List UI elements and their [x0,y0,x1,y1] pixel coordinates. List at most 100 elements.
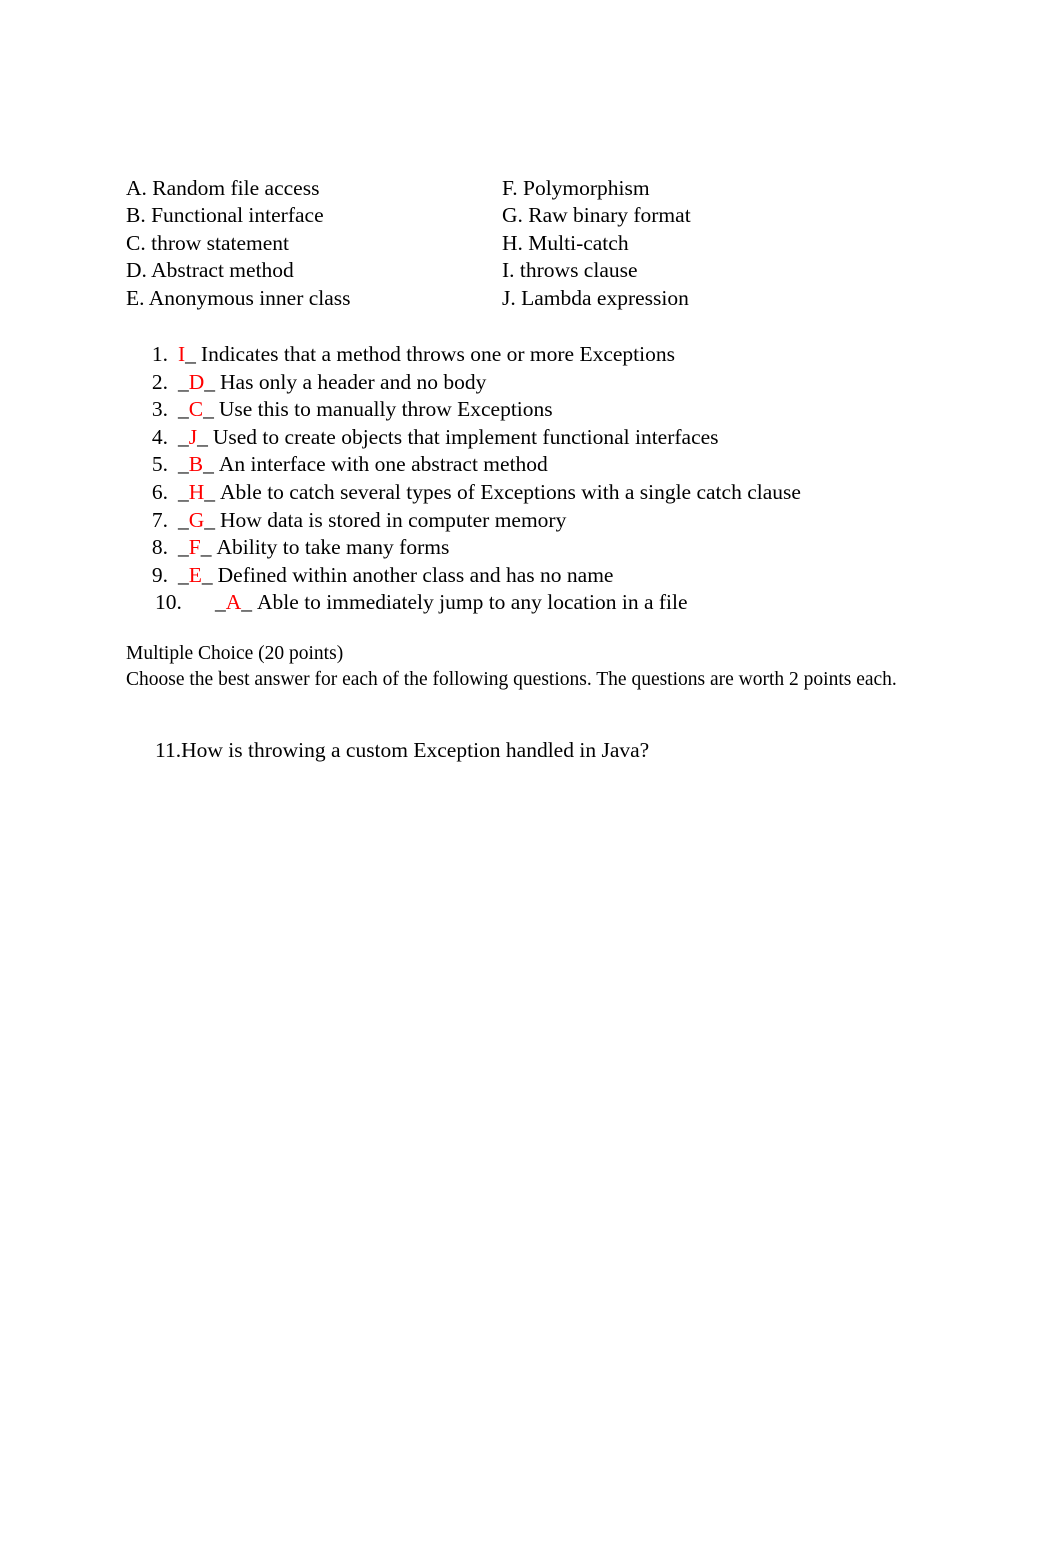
answer-13-label: ANSWER: C [185,1210,310,1238]
word-bank: A. Random file access F. Polymorphism B.… [126,175,886,312]
matching-item-text: Able to immediately jump to any location… [257,590,688,615]
word-bank-item-f: F. Polymorphism [502,176,650,200]
answer-blank-9: _E_ [168,562,213,590]
preview-fade-rule-dash [175,932,205,934]
blank-prefix: _ [178,424,189,449]
list-number: 3. [151,397,168,422]
matching-item-5: 5. _B_ An interface with one abstract me… [126,451,956,479]
word-bank-row: E. Anonymous inner class J. Lambda expre… [126,285,886,312]
matching-list: 1. I_ Indicates that a method throws one… [126,341,956,617]
matching-item-4: 4. _J_ Used to create objects that imple… [126,424,956,452]
word-bank-item-d: D. Abstract method [126,258,294,283]
matching-item-text: Used to create objects that implement fu… [212,424,719,449]
answer-letter: E [188,562,202,587]
question-11: 11.How is throwing a custom Exception ha… [155,738,650,762]
option-letter: d. [190,1104,205,1126]
answer-letter: H [188,479,205,504]
blank-prefix: _ [178,535,189,560]
blank-prefix: _ [215,590,226,615]
matching-item-8: 8. _F_ Ability to take many forms [126,534,956,562]
matching-item-text: An interface with one abstract method [218,452,548,477]
matching-item-text: Indicates that a method throws one or mo… [200,342,675,366]
matching-item-text: Use this to manually throw Exceptions [218,397,553,422]
answer-letter: J [188,424,198,449]
matching-item-10: 10. _A_ Able to immediately jump to any … [126,589,956,617]
list-number: 6. [151,479,168,504]
option-text: Add a throw statement to the method head… [255,1104,610,1126]
matching-item-text: How data is stored in computer memory [220,507,567,532]
list-number: 7. [151,507,168,532]
answer-13-value: protected [331,1210,420,1238]
matching-item-text: Ability to take many forms [216,535,450,560]
option-text: Create a class that inherits from Except… [255,1023,791,1045]
matching-item-6: 6. _H_ Able to catch several types of Ex… [126,479,956,507]
multiple-choice-instructions: Choose the best answer for each of the f… [126,669,897,690]
blank-prefix: _ [178,369,189,394]
matching-item-2: 2. _D_ Has only a header and no body [126,369,956,397]
answer-letter: A [225,590,242,615]
answer-blank-4: _J_ [168,424,208,452]
option-letter: b. [190,1050,205,1072]
answer-letter: G [188,507,205,532]
question-12-option-b: b. Create a class that inherits from Exce… [190,1047,810,1075]
answer-blank-7: _G_ [168,507,215,535]
matching-item-3: 3. _C_ Use this to manually throw Except… [126,396,956,424]
list-number: 9. [151,562,168,587]
option-letter: a. [190,1023,204,1045]
word-bank-item-c: C. throw statement [126,230,290,255]
answer-blank-3: _C_ [168,396,214,424]
word-bank-item-i: I. throws clause [502,258,638,283]
option-letter: c. [190,1077,204,1099]
option-text: Add a throws clause to the method header [255,1077,592,1099]
blurred-preview-region: 12.How does Java catch an Exception usin… [0,920,1062,1250]
list-number: 2. [151,369,168,394]
blank-suffix: _ [203,397,214,422]
question-13-line-2: subclasses outside the package to access… [185,1182,695,1206]
question-13-line-1: 13.Which access specifier allows all cla… [158,1154,831,1178]
exam-document-page: A. Random file access F. Polymorphism B.… [0,0,1062,1561]
blank-suffix: _ [201,562,213,587]
matching-item-text: Defined within another class and has no … [217,562,614,587]
answer-blank-5: _B_ [168,451,214,479]
blank-suffix: _ [204,369,216,394]
word-bank-item-j: J. Lambda expression [502,285,689,310]
answer-blank-1: I_ [168,341,196,369]
answer-letter: B [188,452,204,477]
answer-letter: D [188,369,205,394]
question-12-option-a: a. Create a class that inherits from Exce… [190,1020,791,1048]
list-number: 5. [151,452,168,477]
blank-suffix: _ [204,479,216,504]
blank-suffix: _ [185,342,196,366]
matching-item-9: 9. _E_ Defined within another class and … [126,562,956,590]
question-13-answer-row: ANSWER: C protected [185,1210,420,1238]
list-number: 8. [151,535,168,560]
option-text: Create a class that inherits from Except… [255,1050,810,1072]
blank-suffix: _ [204,507,216,532]
answer-blank-10: _A_ [205,589,252,617]
matching-item-text: Able to catch several types of Exception… [220,479,801,504]
question-12: 12.How does Java catch an Exception usin… [158,964,801,988]
list-number: 10. [155,590,182,615]
answer-blank-8: _F_ [168,534,211,562]
word-bank-row: D. Abstract method I. throws clause [126,257,886,284]
word-bank-row: B. Functional interface G. Raw binary fo… [126,202,886,229]
matching-item-1: 1. I_ Indicates that a method throws one… [126,341,956,369]
word-bank-item-e: E. Anonymous inner class [126,285,351,310]
word-bank-row: C. throw statement H. Multi-catch [126,230,886,257]
answer-12-highlight: ANSWER: C [185,992,308,1022]
blank-prefix: _ [178,562,189,587]
answer-blank-2: _D_ [168,369,215,397]
blank-prefix: _ [178,479,189,504]
preview-fade-rule [175,932,630,934]
blank-suffix: _ [241,590,253,615]
answer-blank-6: _H_ [168,479,215,507]
question-12-option-c: c. Add a throws clause to the method head… [190,1074,591,1102]
multiple-choice-heading: Multiple Choice (20 points) [126,643,344,664]
list-number: 4. [151,424,168,449]
blank-prefix: _ [178,452,189,477]
blank-suffix: _ [197,424,208,449]
word-bank-item-a: A. Random file access [126,176,320,200]
word-bank-item-b: B. Functional interface [126,203,324,228]
answer-letter: C [188,397,204,422]
matching-item-text: Has only a header and no body [220,369,487,394]
